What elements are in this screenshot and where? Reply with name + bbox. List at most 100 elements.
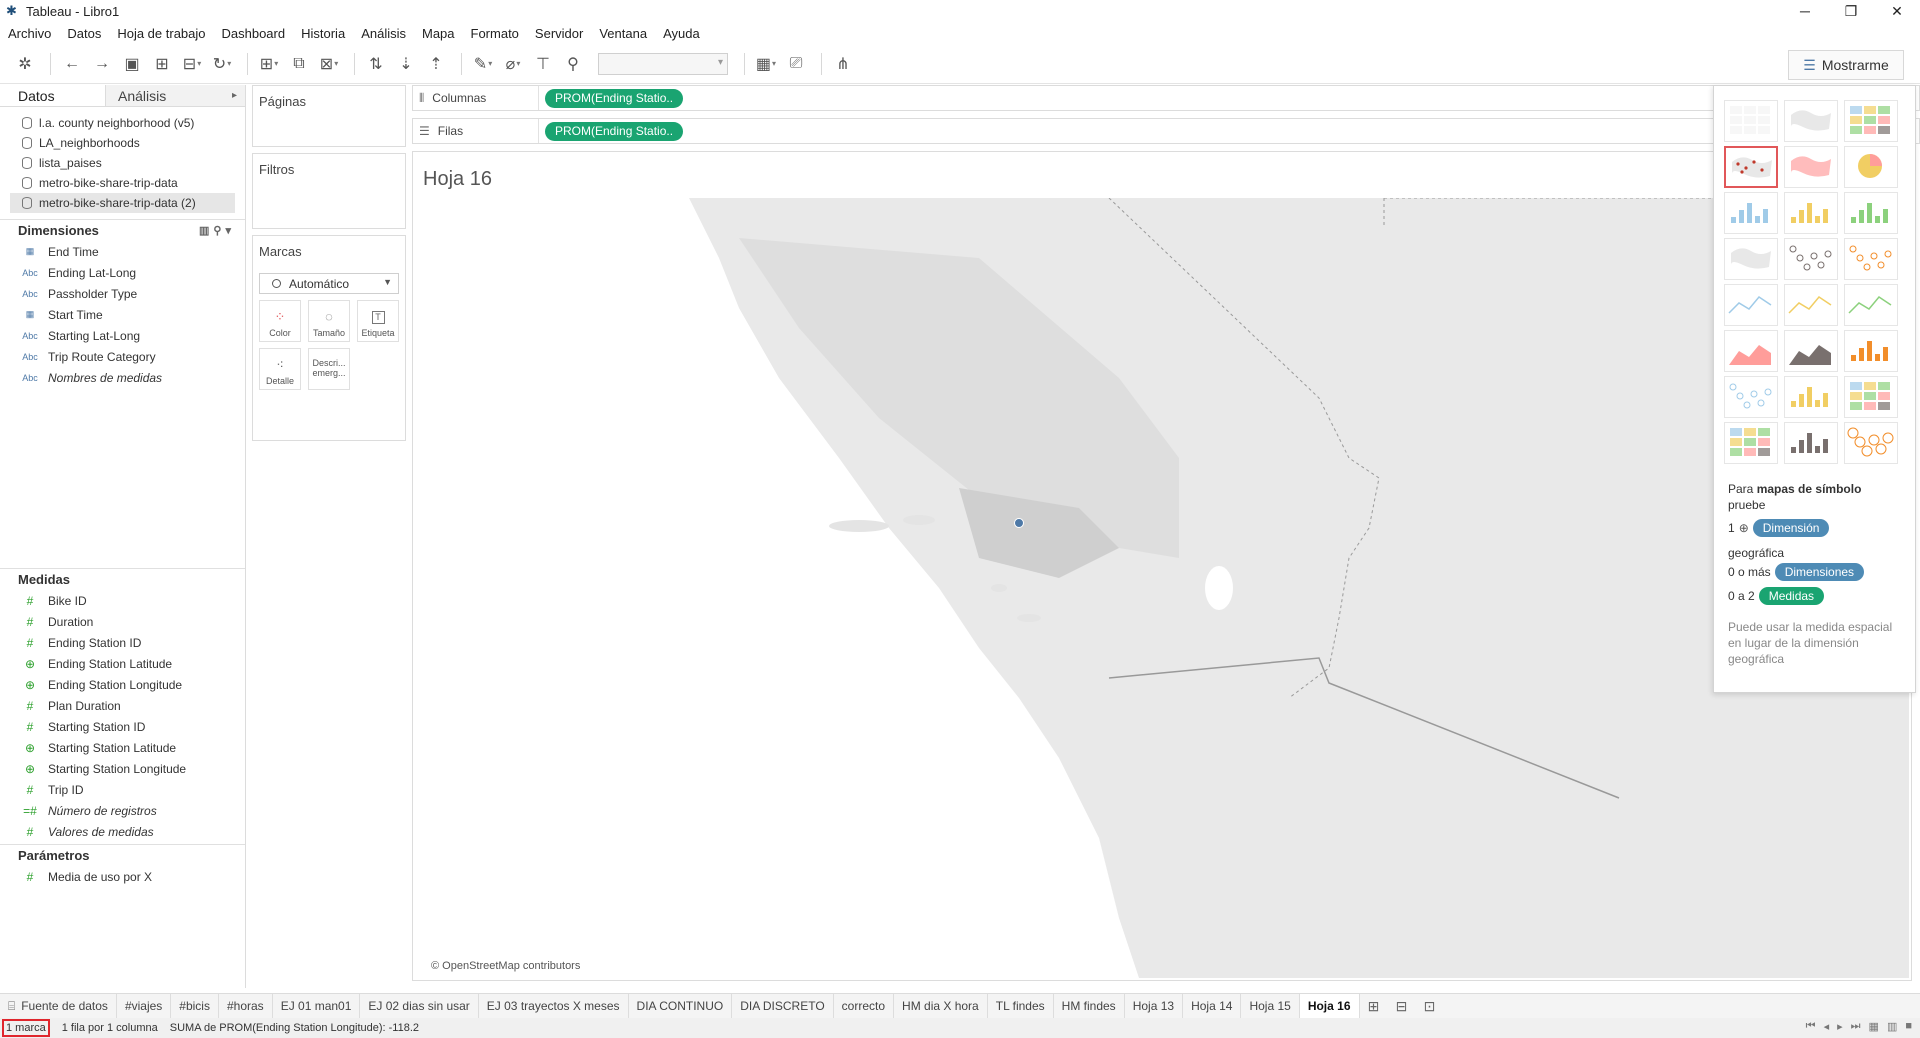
- rows-pill[interactable]: PROM(Ending Statio..: [545, 121, 684, 141]
- map-view[interactable]: © OpenStreetMap contributors: [419, 198, 1909, 978]
- data-mark-point[interactable]: [1014, 518, 1024, 528]
- sheet-tab[interactable]: HM findes: [1054, 993, 1125, 1019]
- clear-sheet-icon[interactable]: ⊠: [316, 51, 342, 77]
- chart-type-text-table[interactable]: [1724, 100, 1778, 142]
- chart-type-area-continuous[interactable]: [1724, 330, 1778, 372]
- sheet-tab[interactable]: DIA CONTINUO: [629, 993, 733, 1019]
- measure-field[interactable]: # Media de uso por X: [0, 866, 245, 887]
- tooltip-button[interactable]: Descri... emerg...: [308, 348, 350, 390]
- dimension-field[interactable]: Abc Nombres de medidas: [0, 367, 245, 388]
- pages-card[interactable]: Páginas: [252, 85, 406, 147]
- menu-historia[interactable]: Historia: [301, 26, 345, 41]
- menu-datos[interactable]: Datos: [67, 26, 101, 41]
- sort-descending-icon[interactable]: ⇡: [423, 51, 449, 77]
- dimension-field[interactable]: ▦ Start Time: [0, 304, 245, 325]
- measure-field[interactable]: ⊕ Starting Station Latitude: [0, 737, 245, 758]
- rows-shelf[interactable]: ☰ Filas PROM(Ending Statio..: [412, 118, 1920, 144]
- chart-type-histogram[interactable]: [1784, 376, 1838, 418]
- chart-type-dual-combination[interactable]: [1844, 330, 1898, 372]
- dimension-field[interactable]: Abc Ending Lat-Long: [0, 262, 245, 283]
- chart-type-circle-views[interactable]: [1784, 238, 1838, 280]
- fix-axes-icon[interactable]: ⚲: [560, 51, 586, 77]
- duplicate-sheet-icon[interactable]: ⧉: [286, 51, 312, 77]
- chart-type-bullet-graph[interactable]: [1784, 422, 1838, 464]
- swap-rows-columns-icon[interactable]: ⇅: [363, 51, 389, 77]
- sheet-tab[interactable]: #bicis: [171, 993, 219, 1019]
- measure-field[interactable]: ⊕ Starting Station Longitude: [0, 758, 245, 779]
- show-me-button[interactable]: ☰ Mostrarme: [1788, 50, 1904, 80]
- measure-field[interactable]: # Starting Station ID: [0, 716, 245, 737]
- new-worksheet-icon[interactable]: ⊞: [1360, 994, 1388, 1019]
- new-dashboard-icon[interactable]: ⊟: [1388, 994, 1416, 1019]
- columns-shelf[interactable]: ⦀ Columnas PROM(Ending Statio..: [412, 85, 1920, 111]
- menu-ayuda[interactable]: Ayuda: [663, 26, 700, 41]
- measure-field[interactable]: ⊕ Ending Station Longitude: [0, 674, 245, 695]
- dimensions-tools[interactable]: ▥⚲▾: [199, 224, 235, 237]
- sheet-tab[interactable]: Hoja 15: [1241, 993, 1300, 1019]
- sheet-tab[interactable]: #viajes: [117, 993, 172, 1019]
- sheet-tab[interactable]: Hoja 14: [1183, 993, 1242, 1019]
- measure-field[interactable]: # Plan Duration: [0, 695, 245, 716]
- chart-type-continuous-lines[interactable]: [1724, 284, 1778, 326]
- chart-type-dual-lines[interactable]: [1844, 284, 1898, 326]
- fit-dropdown[interactable]: [598, 52, 728, 75]
- sheet-tab[interactable]: TL findes: [988, 993, 1054, 1019]
- menu-dashboard[interactable]: Dashboard: [222, 26, 286, 41]
- minimize-icon[interactable]: ─: [1782, 0, 1828, 22]
- last-tab-icon[interactable]: ⏭: [1851, 1020, 1861, 1033]
- dimension-field[interactable]: ▦ End Time: [0, 241, 245, 262]
- tab-datasource[interactable]: ⌸ Fuente de datos: [0, 993, 117, 1019]
- menu-mapa[interactable]: Mapa: [422, 26, 455, 41]
- close-icon[interactable]: ✕: [1874, 0, 1920, 22]
- sheet-tab[interactable]: EJ 03 trayectos X meses: [479, 993, 629, 1019]
- measure-field[interactable]: # Valores de medidas: [0, 821, 245, 842]
- sheet-tab[interactable]: Hoja 13: [1125, 993, 1184, 1019]
- tableau-home-icon[interactable]: ✲: [12, 51, 38, 77]
- chart-type-area-discrete[interactable]: [1784, 330, 1838, 372]
- chart-type-scatter-plot[interactable]: [1724, 376, 1778, 418]
- chart-type-discrete-lines[interactable]: [1784, 284, 1838, 326]
- mark-type-dropdown[interactable]: Automático ▼: [259, 273, 399, 294]
- group-members-icon[interactable]: ⌀: [500, 51, 526, 77]
- chart-type-pie-chart[interactable]: [1844, 146, 1898, 188]
- show-cards-icon[interactable]: ▦: [753, 51, 779, 77]
- tab-analisis[interactable]: Análisis: [106, 85, 245, 107]
- redo-icon[interactable]: →: [89, 51, 115, 77]
- menu-analisis[interactable]: Análisis: [361, 26, 406, 41]
- sheet-tab[interactable]: Hoja 16: [1299, 993, 1360, 1019]
- menu-archivo[interactable]: Archivo: [8, 26, 51, 41]
- restore-icon[interactable]: ❐: [1828, 0, 1874, 22]
- new-worksheet-icon[interactable]: ⊞: [256, 51, 282, 77]
- chart-type-horizontal-bars[interactable]: [1724, 192, 1778, 234]
- measure-field[interactable]: # Ending Station ID: [0, 632, 245, 653]
- measure-field[interactable]: # Bike ID: [0, 590, 245, 611]
- sheet-tab[interactable]: correcto: [834, 993, 895, 1019]
- next-tab-icon[interactable]: ▸: [1837, 1020, 1843, 1033]
- pause-updates-icon[interactable]: ⊟: [179, 51, 205, 77]
- chart-type-side-by-side-bars[interactable]: [1844, 192, 1898, 234]
- chart-type-treemap[interactable]: [1724, 238, 1778, 280]
- sheet-tab[interactable]: DIA DISCRETO: [732, 993, 834, 1019]
- measure-field[interactable]: # Trip ID: [0, 779, 245, 800]
- chart-type-highlight-table[interactable]: [1844, 100, 1898, 142]
- show-sheet-sorter-icon[interactable]: ▦: [1869, 1020, 1879, 1033]
- chart-type-side-by-side-circles[interactable]: [1844, 238, 1898, 280]
- chart-type-stacked-bars[interactable]: [1784, 192, 1838, 234]
- dimension-field[interactable]: Abc Starting Lat-Long: [0, 325, 245, 346]
- menu-ventana[interactable]: Ventana: [599, 26, 647, 41]
- share-icon[interactable]: ⋔: [830, 51, 856, 77]
- highlight-icon[interactable]: ✎: [470, 51, 496, 77]
- measure-field[interactable]: # Duration: [0, 611, 245, 632]
- dimension-field[interactable]: Abc Passholder Type: [0, 283, 245, 304]
- menu-hoja-de-trabajo[interactable]: Hoja de trabajo: [117, 26, 205, 41]
- sheet-tab[interactable]: EJ 01 man01: [273, 993, 361, 1019]
- show-tabs-icon[interactable]: ■: [1905, 1020, 1912, 1033]
- sheet-title[interactable]: Hoja 16: [423, 168, 492, 191]
- first-tab-icon[interactable]: ⏮: [1806, 1020, 1816, 1033]
- chart-type-heat-map[interactable]: [1784, 100, 1838, 142]
- save-icon[interactable]: ▣: [119, 51, 145, 77]
- label-button[interactable]: T Etiqueta: [357, 300, 399, 342]
- datasource-item[interactable]: l.a. county neighborhood (v5): [0, 113, 245, 133]
- menu-servidor[interactable]: Servidor: [535, 26, 583, 41]
- chart-type-symbol-map[interactable]: [1724, 146, 1778, 188]
